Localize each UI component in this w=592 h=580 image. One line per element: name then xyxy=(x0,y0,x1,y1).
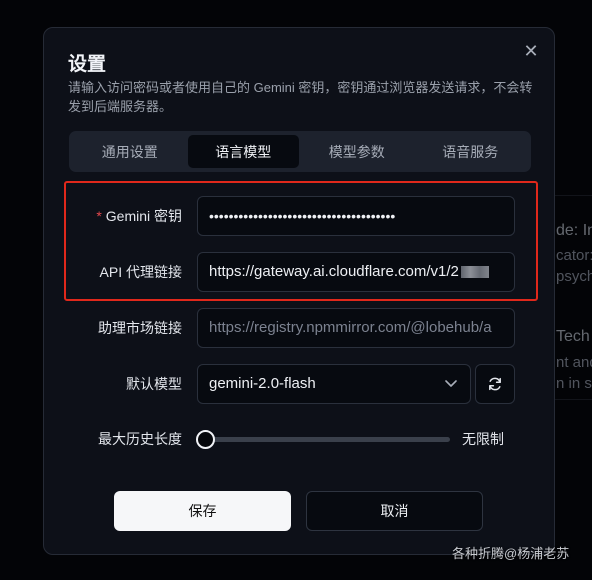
default-model-value: gemini-2.0-flash xyxy=(209,375,316,392)
max-history-value: 无限制 xyxy=(462,431,504,447)
max-history-label: 最大历史长度 xyxy=(98,431,182,447)
api-proxy-value: https://gateway.ai.cloudflare.com/v1/2 xyxy=(209,263,459,280)
redacted-mark xyxy=(460,266,489,279)
refresh-icon xyxy=(489,377,501,391)
tab-language-model[interactable]: 语言模型 xyxy=(187,135,299,168)
api-key-label: * Gemini 密钥 xyxy=(96,196,182,236)
default-model-row: 默认模型 gemini-2.0-flash xyxy=(44,364,556,404)
settings-modal: ✕ 设置 请输入访问密码或者使用自己的 Gemini 密钥，密钥通过浏览器发送请… xyxy=(43,27,555,555)
assistant-market-label: 助理市场链接 xyxy=(98,320,182,336)
watermark: 各种折腾@杨浦老苏 xyxy=(452,546,570,561)
default-model-select[interactable]: gemini-2.0-flash xyxy=(197,364,471,404)
modal-description: 请输入访问密码或者使用自己的 Gemini 密钥，密钥通过浏览器发送请求，不会转… xyxy=(68,80,533,114)
api-proxy-input[interactable]: https://gateway.ai.cloudflare.com/v1/2 xyxy=(197,252,515,292)
api-proxy-label: API 代理链接 xyxy=(99,264,182,280)
required-mark: * xyxy=(96,208,102,224)
cancel-button[interactable]: 取消 xyxy=(306,491,483,531)
refresh-models-button[interactable] xyxy=(475,364,515,404)
api-key-row: * Gemini 密钥 •••••••••••••••••••••••••••••… xyxy=(44,196,556,236)
api-key-input[interactable]: •••••••••••••••••••••••••••••••••••••• xyxy=(197,196,515,236)
api-proxy-row: API 代理链接 https://gateway.ai.cloudflare.c… xyxy=(44,252,556,292)
max-history-slider-track[interactable] xyxy=(206,437,450,442)
save-button[interactable]: 保存 xyxy=(114,491,291,531)
tab-model-params[interactable]: 模型参数 xyxy=(301,135,413,168)
close-icon[interactable]: ✕ xyxy=(522,42,540,60)
max-history-slider-thumb[interactable] xyxy=(196,430,215,449)
assistant-market-row: 助理市场链接 https://registry.npmmirror.com/@l… xyxy=(44,308,556,348)
chevron-down-icon xyxy=(445,380,457,387)
tab-general[interactable]: 通用设置 xyxy=(74,135,186,168)
api-key-label-text: Gemini 密钥 xyxy=(105,208,182,224)
modal-title: 设置 xyxy=(68,54,107,75)
max-history-row: 最大历史长度 无限制 xyxy=(44,419,556,459)
default-model-label: 默认模型 xyxy=(126,376,182,392)
assistant-market-input[interactable]: https://registry.npmmirror.com/@lobehub/… xyxy=(197,308,515,348)
settings-tabs: 通用设置 语言模型 模型参数 语音服务 xyxy=(69,131,531,172)
tab-voice-service[interactable]: 语音服务 xyxy=(415,135,527,168)
